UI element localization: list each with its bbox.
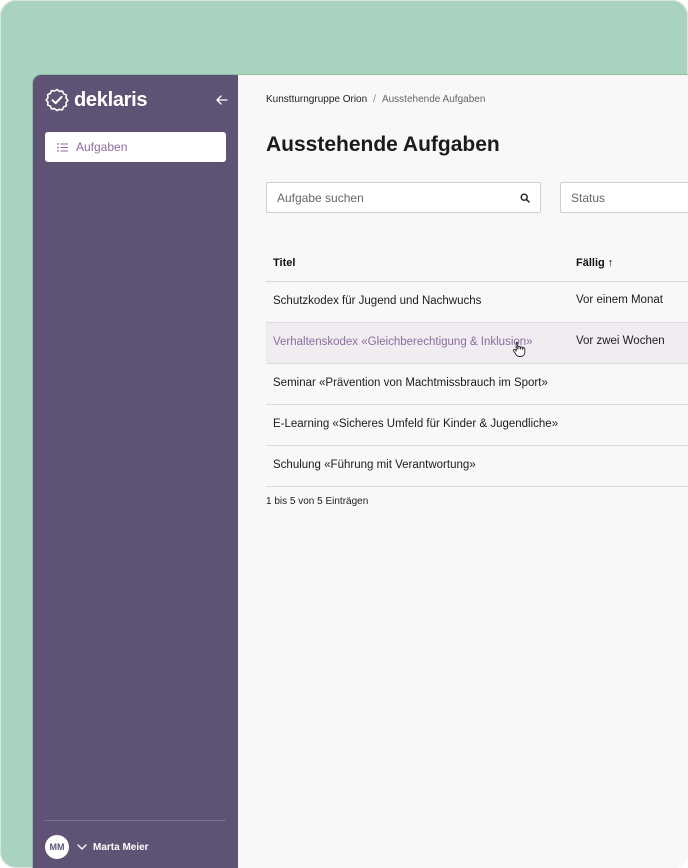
search-input[interactable] [267, 183, 517, 212]
breadcrumb-parent-link[interactable]: Kunstturngruppe Orion [266, 94, 367, 105]
app-frame: deklaris Aufgaben MM Marta Meier Kunsttu… [0, 0, 688, 868]
table-row[interactable]: Schulung «Führung mit Verantwortung» [266, 446, 688, 487]
table-header: Titel Fällig ↑ [266, 243, 688, 282]
breadcrumb-current: Ausstehende Aufgaben [381, 94, 486, 105]
task-title: Seminar «Prävention von Machtmissbrauch … [273, 377, 548, 389]
table-row[interactable]: E-Learning «Sicheres Umfeld für Kinder &… [266, 405, 688, 446]
tasks-table: Titel Fällig ↑ Schutzkodex für Jugend un… [266, 243, 688, 487]
collapse-sidebar-icon[interactable] [215, 93, 229, 107]
user-menu[interactable]: MM Marta Meier [45, 835, 149, 859]
task-title: E-Learning «Sicheres Umfeld für Kinder &… [273, 418, 559, 430]
table-row[interactable]: Verhaltenskodex «Gleichberechtigung & In… [266, 323, 688, 364]
search-field [266, 182, 541, 213]
logo-text: deklaris [74, 88, 148, 111]
chevron-down-icon [77, 844, 87, 850]
search-icon[interactable] [520, 193, 530, 203]
breadcrumb: Kunstturngruppe Orion / Ausstehende Aufgab… [266, 94, 485, 105]
sidebar-item-label: Aufgaben [76, 140, 128, 154]
sidebar-item-aufgaben[interactable]: Aufgaben [45, 132, 226, 162]
table-row[interactable]: Seminar «Prävention von Machtmissbrauch … [266, 364, 688, 405]
status-filter-select[interactable]: Status [560, 182, 688, 213]
task-due: Vor zwei Wochen [576, 335, 665, 347]
column-header-due-label: Fällig [576, 257, 605, 269]
app-window: deklaris Aufgaben MM Marta Meier Kunsttu… [33, 75, 688, 868]
task-due: Vor einem Monat [576, 294, 663, 306]
badge-check-icon [45, 88, 69, 112]
hand-cursor-icon [512, 342, 526, 357]
column-header-due[interactable]: Fällig ↑ [576, 257, 613, 269]
logo[interactable]: deklaris [45, 88, 148, 112]
sidebar: deklaris Aufgaben MM Marta Meier [33, 75, 238, 868]
task-title: Schutzkodex für Jugend und Nachwuchs [273, 295, 482, 307]
avatar: MM [45, 835, 69, 859]
list-icon [57, 142, 68, 152]
user-name: Marta Meier [93, 841, 149, 853]
column-header-title[interactable]: Titel [273, 257, 295, 269]
breadcrumb-separator: / [373, 94, 376, 105]
table-row[interactable]: Schutzkodex für Jugend und Nachwuchs Vor… [266, 282, 688, 323]
page-title: Ausstehende Aufgaben [266, 133, 500, 156]
sort-ascending-icon: ↑ [607, 257, 614, 269]
sidebar-divider [45, 820, 226, 821]
task-title: Schulung «Führung mit Verantwortung» [273, 459, 476, 471]
table-info: 1 bis 5 von 5 Einträgen [266, 496, 369, 507]
main-content: Kunstturngruppe Orion / Ausstehende Aufgab… [238, 75, 688, 868]
